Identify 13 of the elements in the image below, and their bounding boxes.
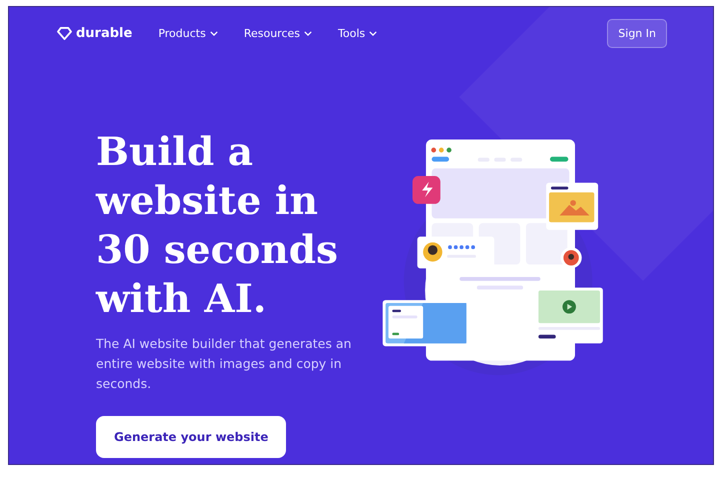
hero-heading: Build a website in 30 seconds with AI.: [96, 128, 338, 324]
chevron-down-icon: [304, 30, 312, 36]
nav-menu-item[interactable]: Resources: [244, 26, 312, 40]
generate-website-button[interactable]: Generate your website: [96, 416, 286, 458]
brand-name: durable: [76, 26, 132, 40]
chevron-down-icon: [369, 30, 378, 36]
nav-menu-item[interactable]: Products: [158, 26, 218, 40]
diamond-icon: [57, 26, 72, 40]
chevron-down-icon: [210, 30, 218, 36]
nav-menu-item[interactable]: Tools: [338, 26, 378, 40]
hero-subtitle: The AI website builder that generates an entire website with images and copy in seconds.: [96, 335, 352, 393]
sign-in-button[interactable]: Sign In: [607, 18, 667, 48]
logo-link[interactable]: durable: [57, 26, 132, 40]
